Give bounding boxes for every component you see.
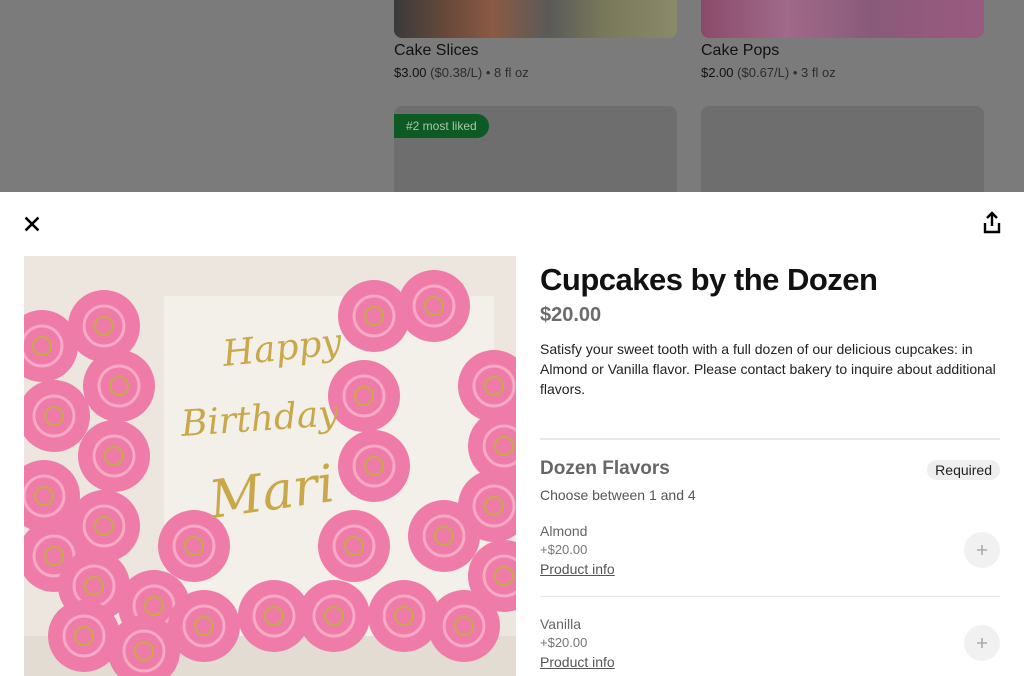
product-details: Cupcakes by the Dozen $20.00 Satisfy you… <box>540 262 1000 399</box>
product-tile[interactable] <box>701 106 984 196</box>
product-info-link[interactable]: Product info <box>540 561 615 577</box>
product-size: • 8 fl oz <box>485 65 529 80</box>
close-icon <box>24 216 40 232</box>
close-button[interactable] <box>20 212 44 236</box>
share-icon <box>983 211 1001 234</box>
unit-price: ($0.67/L) <box>737 65 790 80</box>
product-size: • 3 fl oz <box>792 65 836 80</box>
share-button[interactable] <box>980 210 1004 236</box>
product-info-link[interactable]: Product info <box>540 654 615 670</box>
section-subtitle: Choose between 1 and 4 <box>540 487 696 503</box>
most-liked-badge: #2 most liked <box>394 114 489 138</box>
required-badge: Required <box>927 460 1000 480</box>
product-modal: Happy Birthday Mari Cupcakes by the Doze… <box>0 192 1024 676</box>
option-name: Almond <box>540 523 588 539</box>
unit-price: ($0.38/L) <box>430 65 483 80</box>
add-option-button[interactable] <box>964 625 1000 661</box>
product-image <box>701 0 984 38</box>
product-title: Cake Pops <box>701 42 780 59</box>
option-name: Vanilla <box>540 616 581 632</box>
option-almond: Almond +$20.00 Product info <box>540 523 1000 603</box>
product-description: Satisfy your sweet tooth with a full doz… <box>540 341 996 397</box>
option-price: +$20.00 <box>540 542 588 557</box>
option-price: +$20.00 <box>540 635 588 650</box>
add-option-button[interactable] <box>964 532 1000 568</box>
product-price-line: $3.00 ($0.38/L) • 8 fl oz <box>394 65 529 80</box>
product-price: $3.00 <box>394 65 427 80</box>
plus-icon <box>977 545 987 555</box>
product-tile[interactable]: #2 most liked <box>394 106 677 196</box>
section-divider <box>540 438 1000 440</box>
plus-icon <box>977 638 987 648</box>
product-title: Cupcakes by the Dozen <box>540 262 878 297</box>
option-divider <box>540 596 1000 597</box>
product-price: $2.00 <box>701 65 734 80</box>
product-title: Cake Slices <box>394 42 479 59</box>
product-image <box>394 0 677 38</box>
section-title: Dozen Flavors <box>540 458 670 479</box>
product-image: Happy Birthday Mari <box>24 256 516 676</box>
product-price: $20.00 <box>540 304 602 326</box>
cupcakes-photo: Happy Birthday Mari <box>24 256 516 676</box>
option-vanilla: Vanilla +$20.00 Product info <box>540 616 1000 676</box>
product-price-line: $2.00 ($0.67/L) • 3 fl oz <box>701 65 836 80</box>
